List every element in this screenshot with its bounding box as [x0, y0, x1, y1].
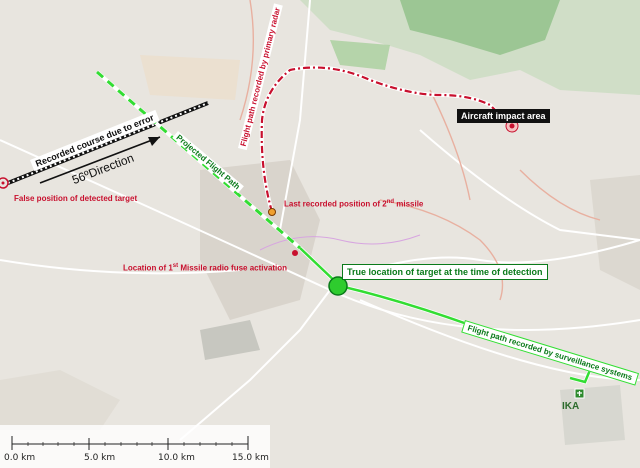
- false-position-label: False position of detected target: [14, 194, 138, 203]
- flight-paths-layer: [0, 65, 593, 468]
- scale-tick-0: 0.0 km: [4, 453, 36, 463]
- first-missile-suffix: Missile radio fuse activation: [178, 263, 288, 273]
- primary-radar-path-bg: [259, 65, 507, 213]
- scale-tick-15: 15.0 km: [232, 453, 269, 463]
- first-missile-marker[interactable]: [292, 250, 298, 256]
- scale-tick-10: 10.0 km: [158, 453, 195, 463]
- last-position-text: Last recorded position of 2: [284, 199, 387, 209]
- airport-label: IKA: [562, 401, 580, 412]
- last-position-sup: nd: [386, 199, 395, 205]
- true-location-label: True location of target at the time of d…: [342, 264, 548, 280]
- last-position-suffix: missile: [394, 199, 424, 209]
- false-position-dot: [1, 181, 5, 185]
- last-position-label: Last recorded position of 2nd missile: [284, 199, 423, 209]
- first-missile-text: Location of 1: [123, 263, 173, 273]
- impact-area-label: Aircraft impact area: [457, 109, 550, 123]
- scale-bar: [0, 425, 270, 468]
- scale-tick-5: 5.0 km: [84, 453, 116, 463]
- map-canvas[interactable]: Recorded course due to error 56ºDirectio…: [0, 0, 640, 468]
- second-missile-marker[interactable]: [268, 208, 276, 216]
- primary-radar-path: [260, 66, 506, 213]
- first-missile-label: Location of 1st Missile radio fuse activ…: [123, 263, 287, 273]
